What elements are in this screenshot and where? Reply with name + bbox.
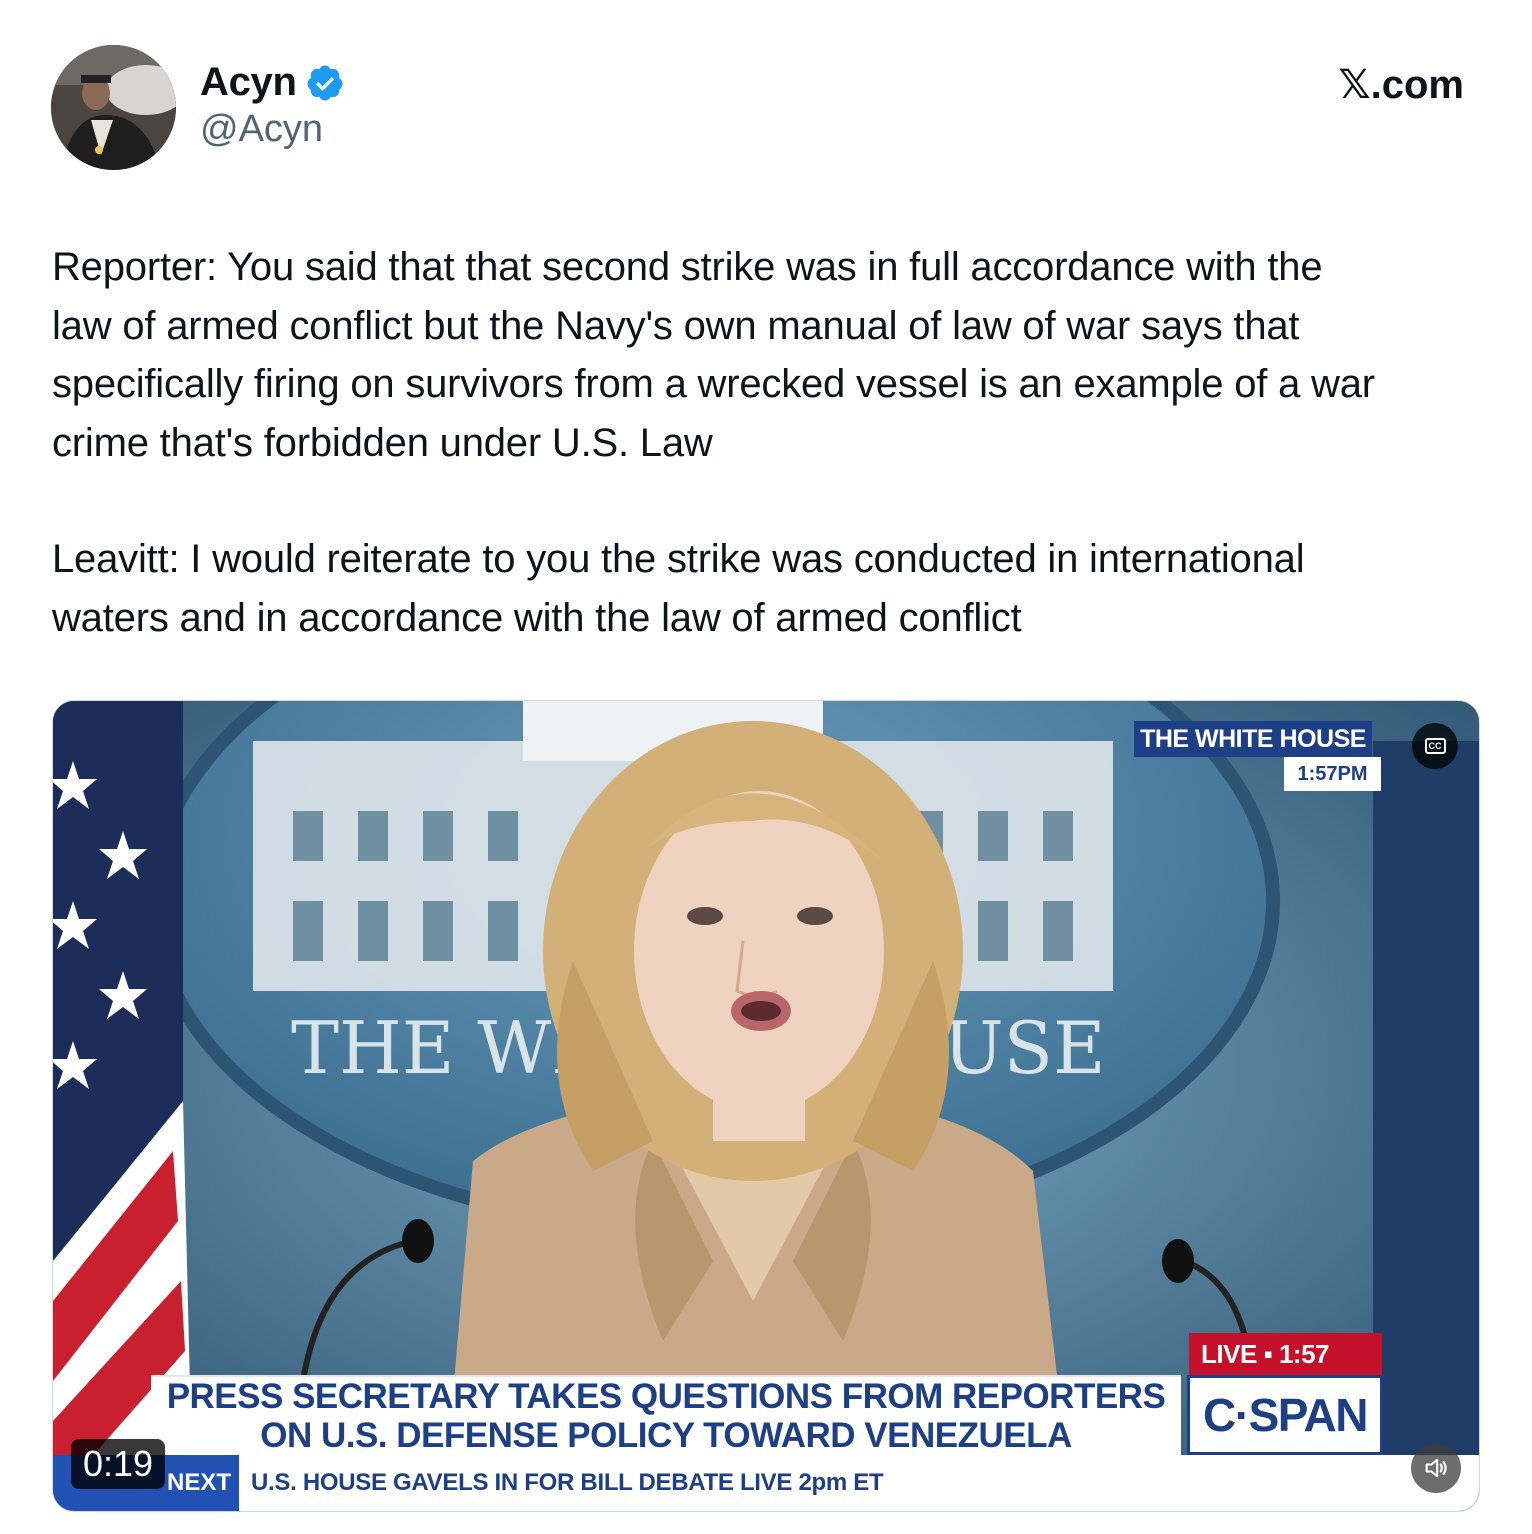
author-avatar[interactable]	[51, 45, 176, 170]
tweet-body: Reporter: You said that that second stri…	[52, 238, 1492, 647]
lower-third-headline: PRESS SECRETARY TAKES QUESTIONS FROM REP…	[151, 1375, 1181, 1457]
volume-icon	[1425, 1458, 1447, 1478]
tweet-leavitt-paragraph: Leavitt: I would reiterate to you the st…	[52, 537, 1305, 640]
verified-badge-icon	[307, 65, 343, 100]
headline-line-1: PRESS SECRETARY TAKES QUESTIONS FROM REP…	[166, 1377, 1166, 1416]
author-name-text: Acyn	[200, 60, 297, 104]
live-tag: LIVE ▪ 1:57	[1189, 1333, 1382, 1375]
white-house-bug: THE WHITE HOUSE	[1134, 721, 1372, 757]
author-name[interactable]: Acyn	[200, 60, 345, 105]
video-timestamp: 0:19	[71, 1439, 165, 1489]
next-program-text: U.S. HOUSE GAVELS IN FOR BILL DEBATE LIV…	[251, 1469, 884, 1496]
brand-logo[interactable]: 𝕏.com	[1338, 62, 1464, 108]
backdrop-text-right: USE	[943, 1006, 1106, 1090]
author-handle[interactable]: @Acyn	[200, 108, 323, 151]
avatar-image	[51, 45, 176, 170]
cspan-logo: C·SPAN	[1187, 1375, 1383, 1455]
tweet-reporter-paragraph: Reporter: You said that that second stri…	[52, 245, 1375, 465]
cc-icon: CC	[1424, 738, 1446, 754]
headline-line-2: ON U.S. DEFENSE POLICY TOWARD VENEZUELA	[260, 1416, 1072, 1455]
captions-button[interactable]: CC	[1412, 723, 1458, 769]
video-player[interactable]: THE WH USE THE WHITE HOUSE 1:57PM CC LIV…	[52, 700, 1480, 1512]
mute-button[interactable]	[1411, 1443, 1461, 1493]
white-house-bug-time: 1:57PM	[1284, 757, 1381, 791]
